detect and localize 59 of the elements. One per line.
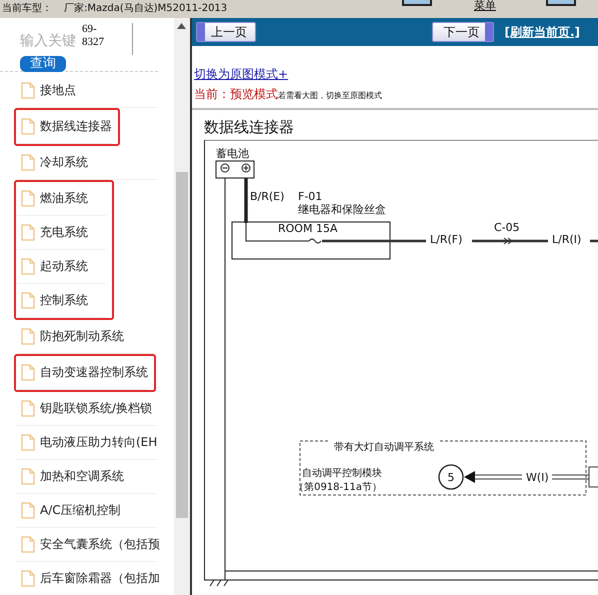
diagram-label: 5 bbox=[448, 471, 454, 484]
previous-page-button[interactable]: 上一页 bbox=[196, 22, 256, 42]
document-icon bbox=[21, 468, 35, 485]
scrollbar-thumb[interactable] bbox=[176, 172, 188, 518]
sidebar-item[interactable]: 后车窗除霜器（包括加 bbox=[40, 570, 160, 587]
current-mode-text: 当前：预览模式 bbox=[194, 87, 278, 101]
vehicle-name: 厂家:Mazda(马自达)M52011-2013 bbox=[64, 3, 228, 14]
document-icon bbox=[21, 536, 35, 553]
document-icon bbox=[21, 570, 35, 587]
menu-link[interactable]: 菜单 bbox=[474, 0, 496, 12]
refresh-link[interactable]: [刷新当前页.] bbox=[504, 24, 580, 40]
hint-text: 若需看大图，切换至原图模式 bbox=[278, 91, 382, 100]
document-icon bbox=[21, 364, 35, 381]
document-icon bbox=[21, 502, 35, 519]
diagram-label: 带有大灯自动调平系统 bbox=[334, 442, 434, 453]
diagram-label: F-01 bbox=[298, 190, 322, 203]
keyword-field[interactable]: 输入关键 bbox=[19, 23, 80, 55]
search-button[interactable]: 查询 bbox=[20, 56, 66, 72]
diagram-label: 蓄电池 bbox=[216, 147, 249, 160]
sidebar-item[interactable]: 自动变速器控制系统 bbox=[40, 364, 148, 381]
diagram-label: L/R(F) bbox=[430, 233, 462, 246]
sidebar-item[interactable]: A/C压缩机控制 bbox=[40, 502, 121, 519]
document-icon bbox=[21, 154, 35, 171]
diagram-label: B/R(E) bbox=[250, 190, 284, 203]
scrollbar[interactable] bbox=[174, 18, 190, 595]
sidebar-item[interactable]: 控制系统 bbox=[40, 292, 88, 309]
scroll-up-icon[interactable] bbox=[177, 23, 186, 29]
diagram-label: （第0918-11a节） bbox=[294, 482, 382, 493]
sidebar-item[interactable]: 起动系统 bbox=[40, 258, 88, 275]
diagram-title: 数据线连接器 bbox=[204, 118, 295, 138]
diagram-label: W(I) bbox=[526, 471, 549, 484]
sidebar-item[interactable]: 接地点 bbox=[40, 82, 76, 99]
document-icon bbox=[21, 118, 35, 135]
document-icon bbox=[21, 292, 35, 309]
sidebar-item[interactable]: 电动液压助力转向(EH bbox=[40, 434, 158, 451]
document-icon bbox=[21, 258, 35, 275]
sidebar-item[interactable]: 燃油系统 bbox=[40, 190, 88, 207]
diagram-label: ROOM 15A bbox=[278, 222, 338, 235]
document-icon bbox=[21, 224, 35, 241]
document-icon bbox=[21, 82, 35, 99]
next-page-button[interactable]: 下一页 bbox=[432, 22, 494, 42]
document-icon bbox=[21, 328, 35, 345]
switch-mode-link[interactable]: 切换为原图模式+ bbox=[194, 66, 598, 83]
diagram-label: C-05 bbox=[494, 221, 520, 234]
vehicle-label: 当前车型： bbox=[2, 3, 52, 14]
sidebar-item[interactable]: 充电系统 bbox=[40, 224, 88, 241]
sidebar-item[interactable]: 冷却系统 bbox=[40, 154, 88, 171]
document-icon bbox=[21, 434, 35, 451]
diagram-label: 自动调平控制模块 bbox=[302, 468, 382, 479]
diagram-label: 继电器和保险丝盒 bbox=[298, 203, 386, 216]
sidebar-item[interactable]: 安全气囊系统（包括预 bbox=[40, 536, 160, 553]
value-field[interactable]: 69- 8327 bbox=[82, 23, 133, 55]
sidebar-item[interactable]: 数据线连接器 bbox=[40, 118, 112, 135]
diagram-label: L/R(I) bbox=[552, 233, 582, 246]
document-icon bbox=[21, 190, 35, 207]
document-icon bbox=[21, 400, 35, 417]
sidebar-item[interactable]: 防抱死制动系统 bbox=[40, 328, 124, 345]
sidebar-item[interactable]: 钥匙联锁系统/换档锁 bbox=[40, 400, 152, 417]
sidebar-item[interactable]: 加热和空调系统 bbox=[40, 468, 124, 485]
